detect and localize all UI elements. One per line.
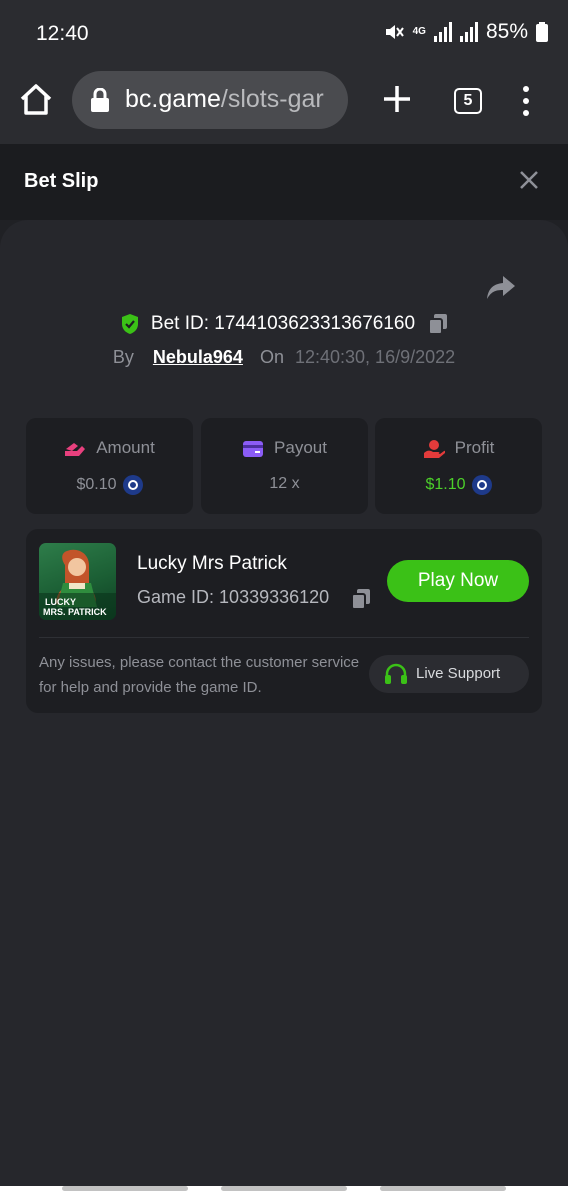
nav-pill bbox=[380, 1186, 506, 1191]
bet-id-label: Bet ID: bbox=[150, 313, 209, 334]
payout-value: 12 x bbox=[269, 475, 300, 492]
help-text: Any issues, please contact the customer … bbox=[39, 654, 360, 696]
bet-slip-title: Bet Slip bbox=[24, 170, 99, 192]
bet-meta-row: By Nebula964 On 12:40:30, 16/9/2022 bbox=[0, 347, 568, 368]
copy-icon[interactable] bbox=[351, 588, 371, 610]
game-id-value: 10339336120 bbox=[219, 587, 330, 607]
home-icon[interactable] bbox=[18, 82, 54, 118]
coin-icon bbox=[471, 475, 492, 495]
divider bbox=[39, 637, 529, 638]
payout-icon bbox=[243, 440, 264, 457]
bet-id-row: Bet ID: 1744103623313676160 bbox=[0, 313, 568, 335]
game-id-row: Game ID: 10339336120 bbox=[137, 587, 329, 608]
profit-icon bbox=[423, 439, 446, 458]
coin-icon bbox=[122, 475, 143, 495]
amount-value: $0.10 bbox=[76, 476, 117, 493]
mute-icon bbox=[385, 25, 404, 39]
by-label: By bbox=[112, 347, 134, 367]
lock-icon bbox=[91, 88, 109, 112]
address-bar[interactable]: bc.game/slots-gar bbox=[72, 71, 348, 129]
status-bar: 12:40 4G 85% bbox=[0, 0, 568, 60]
profit-card: Profit $1.10 bbox=[375, 418, 542, 514]
amount-label-row: Amount bbox=[26, 438, 193, 459]
close-icon[interactable] bbox=[518, 169, 540, 191]
share-icon[interactable] bbox=[486, 274, 516, 300]
game-thumbnail[interactable]: LUCKY MRS. PATRICK bbox=[39, 543, 116, 620]
browser-toolbar: bc.game/slots-gar 5 bbox=[0, 60, 568, 144]
game-id-label: Game ID: bbox=[137, 587, 215, 607]
amount-card: Amount $0.10 bbox=[26, 418, 193, 514]
profit-value-row: $1.10 bbox=[375, 475, 542, 495]
payout-label-row: Payout bbox=[201, 438, 368, 458]
profit-value: $1.10 bbox=[425, 476, 466, 493]
profit-label-row: Profit bbox=[375, 438, 542, 459]
payout-value-row: 12 x bbox=[201, 475, 368, 493]
username-link[interactable]: Nebula964 bbox=[153, 347, 243, 367]
shield-check-icon bbox=[121, 314, 138, 334]
url-domain: bc.game bbox=[125, 85, 221, 113]
url-path: /slots-gar bbox=[220, 85, 324, 113]
profit-label: Profit bbox=[454, 438, 495, 457]
nav-pill bbox=[221, 1186, 347, 1191]
headset-icon bbox=[385, 663, 407, 684]
amount-icon bbox=[65, 442, 86, 456]
on-label: On bbox=[259, 347, 284, 367]
signal-icon bbox=[459, 22, 478, 42]
game-card: LUCKY MRS. PATRICK Lucky Mrs Patrick Gam… bbox=[26, 529, 542, 713]
battery-level: 85% bbox=[485, 20, 528, 43]
system-nav-bar bbox=[0, 1186, 568, 1200]
status-time: 12:40 bbox=[36, 22, 89, 45]
new-tab-icon[interactable] bbox=[380, 82, 414, 116]
thumb-title-bottom: MRS. PATRICK bbox=[43, 607, 107, 617]
battery-icon bbox=[536, 22, 548, 42]
amount-label: Amount bbox=[96, 438, 155, 457]
tab-switcher-button[interactable]: 5 bbox=[454, 88, 482, 114]
game-thumbnail-art: LUCKY MRS. PATRICK bbox=[39, 549, 116, 620]
play-now-button[interactable]: Play Now bbox=[387, 560, 529, 602]
copy-icon[interactable] bbox=[428, 313, 448, 335]
more-vert-icon[interactable] bbox=[516, 86, 536, 116]
nav-pill bbox=[62, 1186, 188, 1191]
url-text: bc.game/slots-gar bbox=[125, 85, 324, 114]
status-icons: 4G 85% bbox=[383, 20, 548, 44]
network-type: 4G bbox=[412, 26, 426, 37]
signal-icon bbox=[433, 22, 452, 42]
bet-slip-header: Bet Slip bbox=[0, 144, 568, 220]
bet-id-value: 1744103623313676160 bbox=[214, 313, 416, 334]
payout-label: Payout bbox=[274, 438, 327, 457]
game-name: Lucky Mrs Patrick bbox=[137, 553, 287, 574]
amount-value-row: $0.10 bbox=[26, 475, 193, 495]
live-support-button[interactable]: Live Support bbox=[369, 655, 529, 693]
live-support-label: Live Support bbox=[416, 665, 501, 682]
payout-card: Payout 12 x bbox=[201, 418, 368, 514]
bet-datetime: 12:40:30, 16/9/2022 bbox=[294, 347, 456, 367]
thumb-title-top: LUCKY bbox=[45, 597, 76, 607]
